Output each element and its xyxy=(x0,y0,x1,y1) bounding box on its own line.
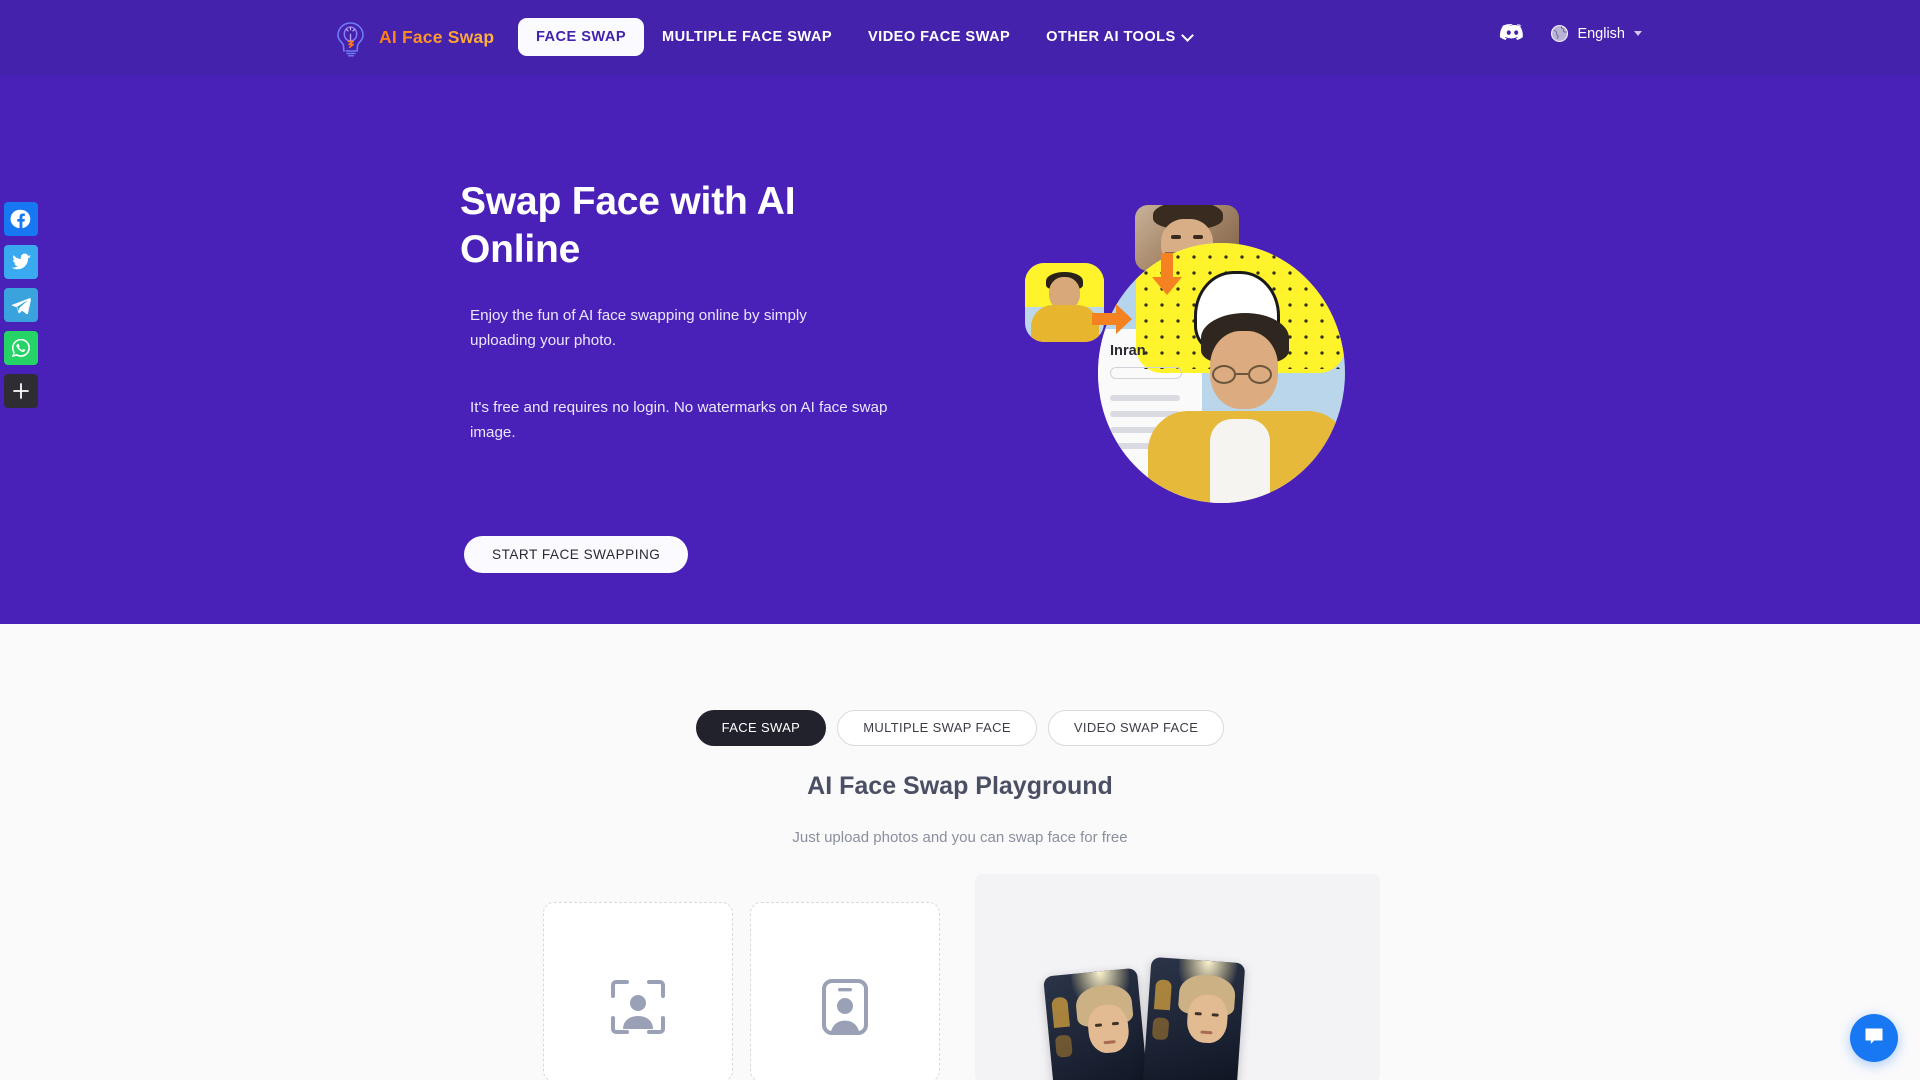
social-share-rail xyxy=(4,202,46,417)
tab-multiple-swap-face[interactable]: MULTIPLE SWAP FACE xyxy=(837,710,1037,746)
nav-item-other-ai-tools[interactable]: OTHER AI TOOLS xyxy=(1028,18,1210,56)
chat-widget-button[interactable] xyxy=(1850,1014,1898,1062)
whatsapp-icon xyxy=(10,337,32,359)
face-scan-icon xyxy=(610,949,666,1035)
chat-bubble-icon xyxy=(1862,1024,1886,1053)
telegram-icon xyxy=(10,294,32,316)
head-lightbulb-icon xyxy=(332,17,372,57)
example-result-images xyxy=(975,874,1380,1080)
facebook-share-button[interactable] xyxy=(4,202,38,236)
upload-card-portrait[interactable] xyxy=(750,902,940,1080)
hero-paragraph-1: Enjoy the fun of AI face swapping online… xyxy=(470,307,807,349)
nav-item-face-swap[interactable]: FACE SWAP xyxy=(518,18,645,56)
playground-subtitle: Just upload photos and you can swap face… xyxy=(792,829,1128,846)
nav-label: VIDEO FACE SWAP xyxy=(868,29,1011,45)
start-face-swapping-button[interactable]: START FACE SWAPPING xyxy=(464,536,689,573)
nav-label: MULTIPLE FACE SWAP xyxy=(662,29,832,45)
playground-title: AI Face Swap Playground xyxy=(807,772,1113,800)
logo-text: AI Face Swap xyxy=(379,26,495,47)
hero-illustration: Inran xyxy=(1025,205,1370,535)
example-card xyxy=(1142,956,1246,1080)
whatsapp-share-button[interactable] xyxy=(4,331,38,365)
caret-down-icon xyxy=(1634,31,1642,36)
tab-video-swap-face[interactable]: VIDEO SWAP FACE xyxy=(1047,710,1225,746)
hero-paragraph-2: It's free and requires no login. No wate… xyxy=(470,399,888,441)
language-selector[interactable]: English xyxy=(1550,24,1642,43)
chevron-down-icon xyxy=(1183,31,1192,40)
hero-title: Swap Face with AI Online xyxy=(460,180,796,271)
plus-icon xyxy=(12,382,30,400)
language-label: English xyxy=(1577,25,1625,42)
swapped-result-photo: Inran xyxy=(1098,243,1345,503)
example-card xyxy=(1043,967,1149,1080)
discord-icon[interactable] xyxy=(1499,20,1526,47)
upload-card-face-scan[interactable] xyxy=(543,902,733,1080)
result-username: Inran xyxy=(1110,343,1146,359)
arrow-down-orange xyxy=(1150,253,1184,297)
portrait-photo-icon xyxy=(821,948,869,1036)
more-share-button[interactable] xyxy=(4,374,38,408)
tab-face-swap[interactable]: FACE SWAP xyxy=(695,710,827,746)
hero-section: Swap Face with AI Online Enjoy the fun o… xyxy=(0,75,1920,624)
arrow-right-orange xyxy=(1092,303,1134,335)
playground-section: FACE SWAP MULTIPLE SWAP FACE VIDEO SWAP … xyxy=(0,624,1920,1080)
globe-icon xyxy=(1550,24,1569,43)
nav-label: FACE SWAP xyxy=(536,29,627,45)
site-header: AI Face Swap FACE SWAP MULTIPLE FACE SWA… xyxy=(0,0,1920,75)
nav-label: OTHER AI TOOLS xyxy=(1046,29,1176,45)
header-actions: English xyxy=(1499,20,1642,47)
nav-item-video-face-swap[interactable]: VIDEO FACE SWAP xyxy=(850,18,1028,56)
twitter-icon xyxy=(11,252,32,273)
telegram-share-button[interactable] xyxy=(4,288,38,322)
playground-tabs: FACE SWAP MULTIPLE SWAP FACE VIDEO SWAP … xyxy=(0,710,1920,746)
facebook-icon xyxy=(10,208,32,230)
site-logo[interactable]: AI Face Swap xyxy=(332,17,494,57)
nav-item-multiple-face-swap[interactable]: MULTIPLE FACE SWAP xyxy=(644,18,850,56)
main-nav: FACE SWAP MULTIPLE FACE SWAP VIDEO FACE … xyxy=(518,18,1210,56)
twitter-share-button[interactable] xyxy=(4,245,38,279)
playground-panel xyxy=(543,874,1383,1080)
page-root: AI Face Swap FACE SWAP MULTIPLE FACE SWA… xyxy=(0,0,1920,1080)
